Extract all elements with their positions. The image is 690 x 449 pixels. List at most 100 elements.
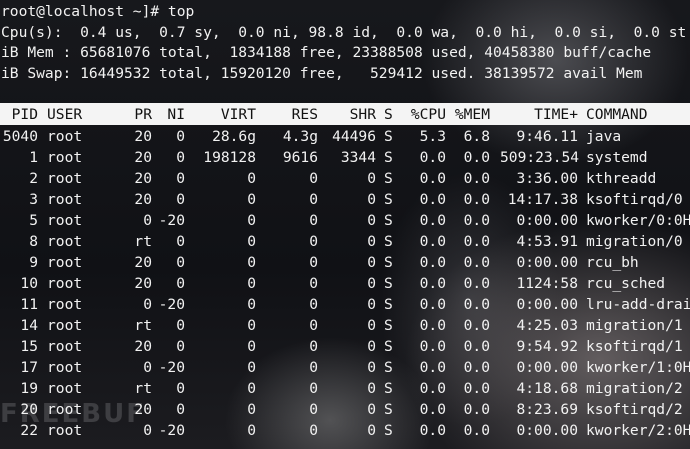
shr-cell: 0 bbox=[367, 254, 376, 271]
col-mem[interactable]: %MEM bbox=[450, 104, 490, 125]
process-row[interactable]: 1 root 20 0 198128 9616 3344 S 0.0 0.0 5… bbox=[0, 147, 690, 168]
res-cell: 0 bbox=[309, 191, 318, 208]
mem-cell: 0.0 bbox=[463, 254, 490, 271]
col-user[interactable]: USER bbox=[47, 104, 82, 125]
col-shr[interactable]: SHR bbox=[322, 104, 376, 125]
col-ni[interactable]: NI bbox=[155, 104, 185, 125]
mem-cell: 0.0 bbox=[463, 359, 490, 376]
shr-cell: 0 bbox=[367, 422, 376, 439]
time-cell: 9:46.11 bbox=[516, 128, 578, 145]
state-cell: S bbox=[384, 359, 393, 376]
res-cell: 0 bbox=[309, 212, 318, 229]
user-cell: root bbox=[47, 275, 83, 292]
pid-cell: 14 bbox=[20, 317, 38, 334]
process-row[interactable]: 2 root 20 0 0 0 0 S 0.0 0.0 3:36.00 kthr… bbox=[0, 168, 690, 189]
ni-cell: 0 bbox=[176, 380, 185, 397]
process-row[interactable]: 5 root 0 -20 0 0 0 S 0.0 0.0 0:00.00 kwo… bbox=[0, 210, 690, 231]
col-virt[interactable]: VIRT bbox=[190, 104, 256, 125]
cpu-cell: 0.0 bbox=[419, 317, 446, 334]
col-command[interactable]: COMMAND bbox=[586, 104, 648, 125]
ni-cell: 0 bbox=[176, 128, 185, 145]
process-row[interactable]: 5040 root 20 0 28.6g 4.3g 44496 S 5.3 6.… bbox=[0, 126, 690, 147]
user-cell: root bbox=[47, 380, 83, 397]
mem-cell: 0.0 bbox=[463, 317, 490, 334]
shr-cell: 0 bbox=[367, 275, 376, 292]
col-pid[interactable]: PID bbox=[0, 104, 38, 125]
state-cell: S bbox=[384, 275, 393, 292]
process-row[interactable]: 8 root rt 0 0 0 0 S 0.0 0.0 4:53.91 migr… bbox=[0, 231, 690, 252]
col-cpu[interactable]: %CPU bbox=[400, 104, 446, 125]
process-row[interactable]: 19 root rt 0 0 0 0 S 0.0 0.0 4:18.68 mig… bbox=[0, 378, 690, 399]
time-cell: 4:18.68 bbox=[516, 380, 578, 397]
memory-summary-line: iB Mem : 65681076 total, 1834188 free, 2… bbox=[1, 44, 652, 61]
col-time[interactable]: TIME+ bbox=[500, 104, 578, 125]
shr-cell: 0 bbox=[367, 233, 376, 250]
virt-cell: 0 bbox=[247, 380, 256, 397]
pr-cell: 20 bbox=[134, 338, 152, 355]
process-row[interactable]: 3 root 20 0 0 0 0 S 0.0 0.0 14:17.38 kso… bbox=[0, 189, 690, 210]
pid-cell: 1 bbox=[29, 149, 38, 166]
command-cell: kworker/2:0H bbox=[586, 422, 690, 439]
shr-cell: 0 bbox=[367, 212, 376, 229]
ni-cell: 0 bbox=[176, 191, 185, 208]
process-row[interactable]: 17 root 0 -20 0 0 0 S 0.0 0.0 0:00.00 kw… bbox=[0, 357, 690, 378]
shr-cell: 0 bbox=[367, 359, 376, 376]
virt-cell: 0 bbox=[247, 422, 256, 439]
state-cell: S bbox=[384, 380, 393, 397]
ni-cell: -20 bbox=[158, 296, 185, 313]
shell-prompt: root@localhost ~]# top bbox=[1, 3, 195, 20]
res-cell: 0 bbox=[309, 401, 318, 418]
virt-cell: 0 bbox=[247, 212, 256, 229]
process-row[interactable]: 14 root rt 0 0 0 0 S 0.0 0.0 4:25.03 mig… bbox=[0, 315, 690, 336]
command-cell: systemd bbox=[586, 149, 648, 166]
res-cell: 0 bbox=[309, 233, 318, 250]
res-cell: 0 bbox=[309, 359, 318, 376]
mem-cell: 0.0 bbox=[463, 212, 490, 229]
command-cell: kthreadd bbox=[586, 170, 657, 187]
time-cell: 14:17.38 bbox=[507, 191, 578, 208]
command-cell: ksoftirqd/2 bbox=[586, 401, 683, 418]
virt-cell: 0 bbox=[247, 338, 256, 355]
command-cell: ksoftirqd/1 bbox=[586, 338, 683, 355]
virt-cell: 0 bbox=[247, 401, 256, 418]
shr-cell: 0 bbox=[367, 296, 376, 313]
shr-cell: 0 bbox=[367, 401, 376, 418]
res-cell: 4.3g bbox=[282, 128, 318, 145]
virt-cell: 0 bbox=[247, 254, 256, 271]
process-row[interactable]: 9 root 20 0 0 0 0 S 0.0 0.0 0:00.00 rcu_… bbox=[0, 252, 690, 273]
mem-cell: 0.0 bbox=[463, 149, 490, 166]
command-cell: kworker/1:0H bbox=[586, 359, 690, 376]
command-cell: migration/1 bbox=[586, 317, 683, 334]
pid-cell: 2 bbox=[29, 170, 38, 187]
shr-cell: 0 bbox=[367, 317, 376, 334]
command-cell: lru-add-drai bbox=[586, 296, 690, 313]
cpu-cell: 5.3 bbox=[419, 128, 446, 145]
user-cell: root bbox=[47, 191, 83, 208]
cpu-cell: 0.0 bbox=[419, 254, 446, 271]
terminal-window[interactable]: root@localhost ~]# top Cpu(s): 0.4 us, 0… bbox=[0, 0, 690, 449]
user-cell: root bbox=[47, 254, 83, 271]
res-cell: 0 bbox=[309, 170, 318, 187]
cpu-cell: 0.0 bbox=[419, 233, 446, 250]
col-res[interactable]: RES bbox=[262, 104, 318, 125]
process-row[interactable]: 15 root 20 0 0 0 0 S 0.0 0.0 9:54.92 kso… bbox=[0, 336, 690, 357]
ni-cell: 0 bbox=[176, 401, 185, 418]
pid-cell: 10 bbox=[20, 275, 38, 292]
pid-cell: 19 bbox=[20, 380, 38, 397]
pid-cell: 15 bbox=[20, 338, 38, 355]
cpu-cell: 0.0 bbox=[419, 401, 446, 418]
process-row[interactable]: 10 root 20 0 0 0 0 S 0.0 0.0 1124:58 rcu… bbox=[0, 273, 690, 294]
ni-cell: 0 bbox=[176, 149, 185, 166]
watermark-logo: FREEBUF bbox=[0, 399, 146, 429]
process-row[interactable]: 11 root 0 -20 0 0 0 S 0.0 0.0 0:00.00 lr… bbox=[0, 294, 690, 315]
user-cell: root bbox=[47, 338, 83, 355]
virt-cell: 0 bbox=[247, 233, 256, 250]
col-state[interactable]: S bbox=[384, 104, 393, 125]
ni-cell: 0 bbox=[176, 317, 185, 334]
user-cell: root bbox=[47, 359, 83, 376]
mem-cell: 0.0 bbox=[463, 191, 490, 208]
pr-cell: 20 bbox=[134, 254, 152, 271]
col-pr[interactable]: PR bbox=[118, 104, 152, 125]
user-cell: root bbox=[47, 233, 83, 250]
ni-cell: 0 bbox=[176, 275, 185, 292]
